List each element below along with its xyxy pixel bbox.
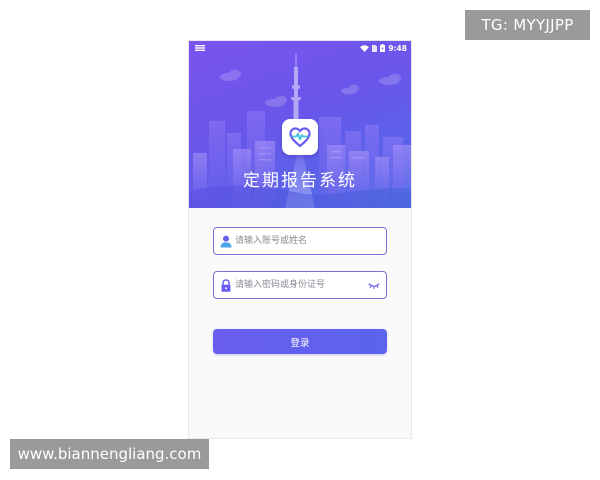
login-button[interactable]: 登录 [213,329,387,354]
status-time: 9:48 [388,43,407,53]
account-field[interactable] [213,227,387,255]
lock-icon [221,279,231,292]
hero-banner: 9:48 定期报告系统 [189,41,411,208]
app-title: 定期报告系统 [243,171,357,191]
user-icon [220,235,232,248]
tg-watermark: TG: MYYJJPP [465,10,590,40]
phone-screen: 9:48 定期报告系统 登录 [188,40,412,439]
app-logo [282,119,318,155]
status-bar: 9:48 [189,41,411,55]
account-input[interactable] [235,232,365,250]
battery-icon [380,44,386,52]
password-field[interactable] [213,271,387,299]
password-input[interactable] [235,276,365,294]
site-watermark: www.biannengliang.com [10,439,209,469]
heart-pulse-icon [289,127,311,148]
eye-closed-icon[interactable] [368,282,380,290]
menu-icon [195,45,205,51]
wifi-icon [360,44,370,52]
sim-icon [372,44,378,52]
